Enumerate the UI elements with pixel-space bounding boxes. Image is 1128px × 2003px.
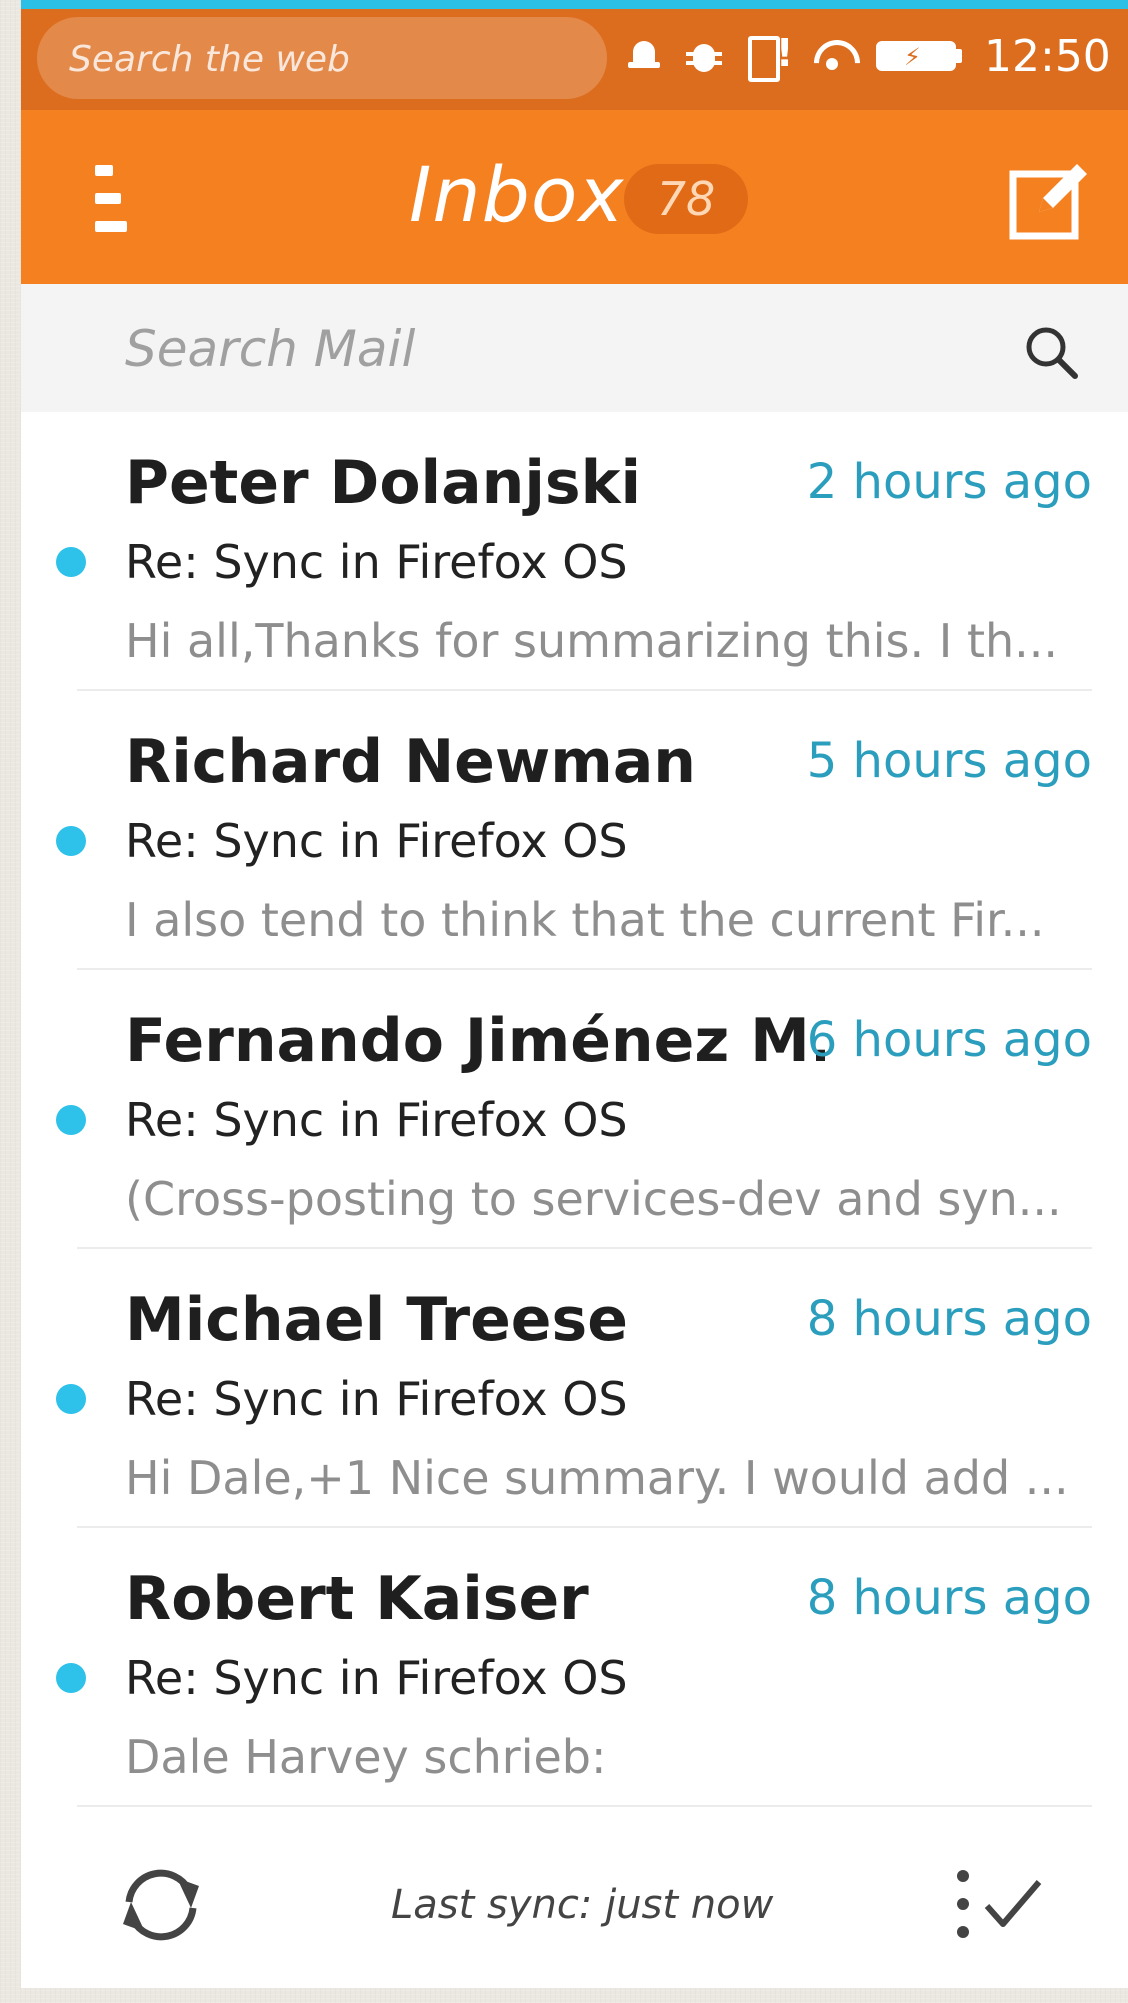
message-item[interactable]: Fernando Jiménez M... 6 hours ago Re: Sy…: [21, 970, 1128, 1249]
last-sync-status: Last sync: just now: [391, 1882, 774, 1928]
unread-indicator: [56, 826, 86, 856]
message-item[interactable]: Peter Dolanjski 2 hours ago Re: Sync in …: [21, 412, 1128, 691]
status-time: 12:50: [984, 30, 1111, 82]
sim-alert-icon: [746, 31, 793, 82]
web-search-placeholder: Search the web: [69, 39, 350, 80]
message-sender: Richard Newman: [125, 727, 697, 797]
message-preview: (Cross-posting to services-dev and syn..…: [125, 1172, 1062, 1226]
wifi-icon: [810, 36, 854, 76]
search-mail-input[interactable]: Search Mail: [125, 320, 415, 378]
status-icons: ⚡ 12:50: [626, 30, 1111, 82]
sync-icon[interactable]: [111, 1860, 211, 1950]
hamburger-menu-icon[interactable]: [91, 165, 131, 235]
message-subject: Re: Sync in Firefox OS: [125, 1093, 628, 1147]
message-preview: Dale Harvey schrieb:: [125, 1730, 607, 1784]
battery-charging-icon: ⚡: [876, 39, 962, 73]
message-preview: I also tend to think that the current Fi…: [125, 893, 1045, 947]
web-search-bar[interactable]: Search the web: [37, 17, 607, 99]
message-subject: Re: Sync in Firefox OS: [125, 1651, 628, 1705]
message-sender: Michael Treese: [125, 1285, 628, 1355]
message-time: 5 hours ago: [806, 733, 1092, 789]
bug-icon: [684, 36, 724, 76]
toolbar-footer: Last sync: just now: [21, 1820, 1128, 1988]
message-list: Peter Dolanjski 2 hours ago Re: Sync in …: [21, 412, 1128, 1807]
message-item[interactable]: Michael Treese 8 hours ago Re: Sync in F…: [21, 1249, 1128, 1528]
unread-count-badge: 78: [624, 164, 748, 234]
unread-indicator: [56, 1384, 86, 1414]
message-item[interactable]: Richard Newman 5 hours ago Re: Sync in F…: [21, 691, 1128, 970]
page-title: Inbox: [409, 150, 625, 239]
message-time: 2 hours ago: [806, 454, 1092, 510]
message-subject: Re: Sync in Firefox OS: [125, 535, 628, 589]
message-time: 8 hours ago: [806, 1570, 1092, 1626]
message-time: 8 hours ago: [806, 1291, 1092, 1347]
message-subject: Re: Sync in Firefox OS: [125, 1372, 628, 1426]
app-header: Inbox 78: [21, 110, 1128, 284]
unread-indicator: [56, 1105, 86, 1135]
message-subject: Re: Sync in Firefox OS: [125, 814, 628, 868]
email-app: Search the web ⚡ 12:50 Inbox 78 Searc: [21, 0, 1128, 1988]
status-bar: Search the web ⚡ 12:50: [21, 0, 1128, 110]
message-time: 6 hours ago: [806, 1012, 1092, 1068]
message-sender: Peter Dolanjski: [125, 448, 642, 518]
bell-icon: [626, 38, 662, 74]
search-mail-bar[interactable]: Search Mail: [21, 284, 1128, 412]
compose-icon[interactable]: [1009, 160, 1089, 240]
message-sender: Robert Kaiser: [125, 1564, 589, 1634]
message-item[interactable]: Robert Kaiser 8 hours ago Re: Sync in Fi…: [21, 1528, 1128, 1807]
unread-indicator: [56, 547, 86, 577]
search-icon[interactable]: [1023, 324, 1079, 380]
edit-mode-icon[interactable]: [951, 1864, 1061, 1944]
message-sender: Fernando Jiménez M...: [125, 1006, 825, 1076]
message-preview: Hi Dale,+1 Nice summary. I would add ...: [125, 1451, 1069, 1505]
message-preview: Hi all,Thanks for summarizing this. I th…: [125, 614, 1059, 668]
unread-indicator: [56, 1663, 86, 1693]
